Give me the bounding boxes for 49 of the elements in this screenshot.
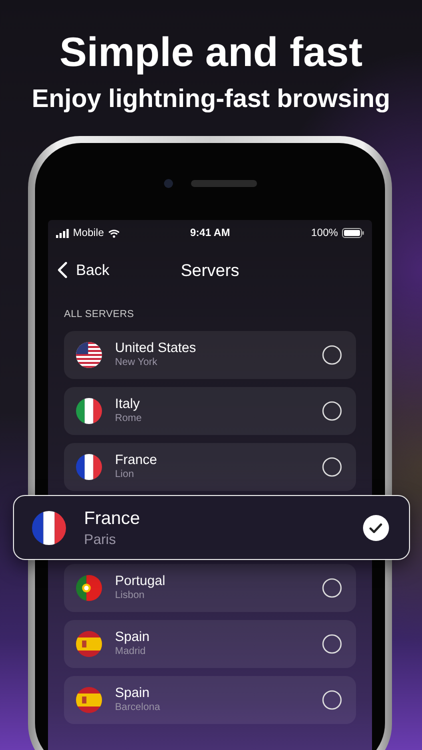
radio-icon xyxy=(322,401,342,421)
section-header: ALL SERVERS xyxy=(63,308,136,322)
city-name: Barcelona xyxy=(115,701,162,715)
headline: Simple and fast xyxy=(58,28,364,77)
server-row[interactable]: Spain Barcelona xyxy=(64,676,356,724)
radio-icon xyxy=(322,578,342,598)
wifi-icon xyxy=(108,228,120,238)
country-name: Portugal xyxy=(115,573,166,589)
country-name: Spain xyxy=(115,685,151,701)
back-button[interactable]: Back xyxy=(57,261,110,279)
carrier-label: Mobile xyxy=(73,227,104,239)
country-name: Italy xyxy=(115,396,141,412)
flag-icon xyxy=(76,631,102,657)
city-name: Paris xyxy=(84,530,117,548)
city-name: Lisbon xyxy=(115,589,146,603)
flag-icon xyxy=(76,687,102,713)
battery-icon xyxy=(342,228,364,238)
flag-icon xyxy=(76,454,102,480)
radio-icon xyxy=(322,345,342,365)
chevron-left-icon xyxy=(57,261,68,279)
country-name: Spain xyxy=(115,629,151,645)
camera-icon xyxy=(164,179,172,188)
radio-icon xyxy=(322,634,342,654)
server-row[interactable]: Italy Rome xyxy=(64,387,356,435)
country-name: France xyxy=(115,452,158,468)
server-row[interactable]: United States New York xyxy=(64,331,356,379)
screen-title: Servers xyxy=(180,261,240,281)
country-name: United States xyxy=(115,340,198,356)
flag-icon xyxy=(32,510,66,544)
server-row[interactable]: Spain Madrid xyxy=(64,620,356,668)
city-name: New York xyxy=(115,356,158,370)
signal-icon xyxy=(56,228,69,238)
battery-percent: 100% xyxy=(311,227,338,239)
country-name: France xyxy=(84,506,142,528)
server-row[interactable]: France Paris xyxy=(13,495,410,560)
flag-icon xyxy=(76,398,102,424)
city-name: Lion xyxy=(115,468,135,482)
flag-icon xyxy=(76,342,102,368)
subheadline: Enjoy lightning-fast browsing xyxy=(30,84,392,115)
radio-icon xyxy=(322,690,342,710)
speaker-grille xyxy=(190,180,256,187)
city-name: Madrid xyxy=(115,645,147,659)
server-row[interactable]: France Lion xyxy=(64,443,356,491)
city-name: Rome xyxy=(115,412,143,426)
status-time: 9:41 AM xyxy=(190,227,230,239)
flag-icon xyxy=(76,575,102,601)
radio-icon xyxy=(322,457,342,477)
checkmark-icon xyxy=(363,514,389,540)
server-row[interactable]: Portugal Lisbon xyxy=(64,564,356,612)
